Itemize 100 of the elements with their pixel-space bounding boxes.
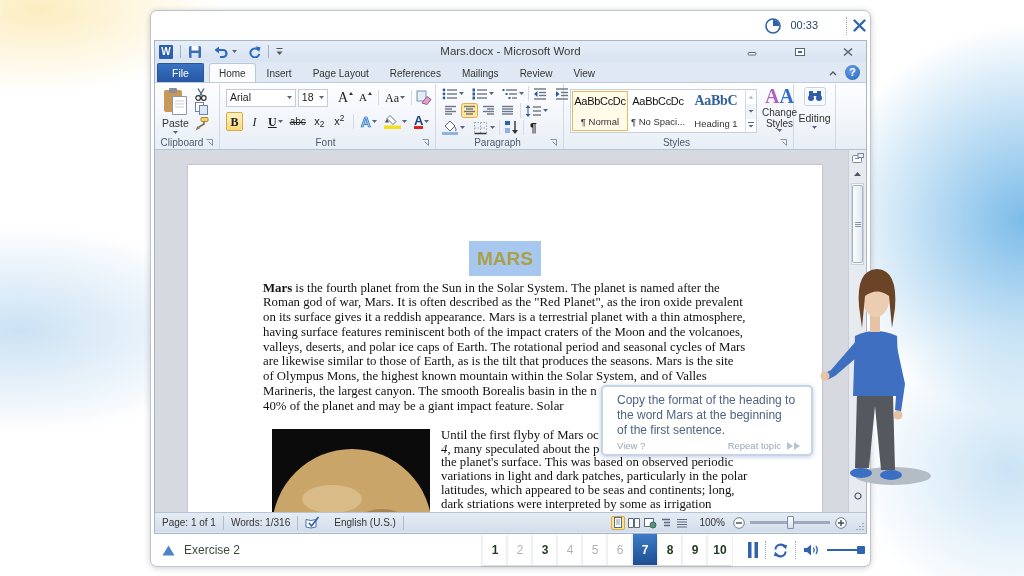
dialog-launcher-icon[interactable]	[422, 138, 429, 146]
body-text-line: 4, many speculated about the p	[441, 442, 600, 457]
show-formatting-button[interactable]: ¶	[528, 120, 539, 135]
step-button[interactable]: 1	[482, 534, 507, 565]
file-tab[interactable]: File	[157, 63, 204, 82]
grow-font-button[interactable]: A	[335, 88, 356, 107]
customize-menu-icon[interactable]	[276, 47, 283, 56]
step-button[interactable]: 9	[682, 534, 707, 565]
zoom-level-text[interactable]: 100%	[699, 515, 725, 530]
restore-icon[interactable]	[794, 46, 806, 57]
subscript-button[interactable]: x$_{2}$	[310, 112, 328, 131]
gallery-down-icon[interactable]	[746, 104, 756, 119]
editing-button[interactable]: Editing	[796, 84, 833, 135]
align-left-icon[interactable]	[442, 103, 459, 118]
pause-icon[interactable]	[748, 542, 758, 558]
close-icon[interactable]	[853, 19, 866, 32]
page-count-text[interactable]: Page: 1 of 1	[162, 515, 216, 530]
format-painter-icon[interactable]	[194, 117, 209, 132]
highlight-button[interactable]	[381, 112, 409, 131]
repeat-icon[interactable]	[773, 542, 788, 558]
align-right-icon[interactable]	[480, 103, 497, 118]
style-gallery-item[interactable]: AaBbCcDc ¶ Normal	[572, 91, 628, 131]
italic-button[interactable]: I	[246, 112, 263, 131]
style-gallery-item[interactable]: AaBbC Heading 1	[688, 91, 744, 131]
scissors-icon[interactable]	[194, 87, 207, 101]
step-button[interactable]: 7	[632, 534, 657, 565]
copy-icon[interactable]	[194, 102, 208, 116]
exercise-title: Exercise 2	[184, 542, 241, 559]
resize-grip-icon[interactable]	[855, 521, 864, 530]
increase-indent-icon[interactable]	[555, 86, 569, 101]
borders-icon[interactable]	[473, 120, 488, 135]
body-text-line: Marineris, the largest canyon. The smooth Borealis basin in the n	[263, 383, 597, 399]
step-button[interactable]: 8	[657, 534, 682, 565]
shading-icon[interactable]	[442, 120, 458, 135]
dialog-launcher-icon[interactable]	[550, 138, 557, 146]
ribbon-tab[interactable]: View	[563, 63, 605, 82]
decrease-indent-icon[interactable]	[533, 86, 547, 101]
scroll-up-icon[interactable]	[854, 172, 861, 176]
word-count-text[interactable]: Words: 1/316	[230, 515, 291, 530]
group-label: Clipboard	[160, 135, 204, 150]
ribbon-tab[interactable]: Mailings	[451, 63, 509, 82]
underline-button[interactable]: U	[266, 112, 285, 131]
redo-icon[interactable]	[249, 45, 261, 58]
change-case-button[interactable]: Aa	[383, 88, 407, 107]
volume-slider-track[interactable]	[827, 546, 865, 554]
zoom-out-icon[interactable]	[733, 516, 745, 529]
ribbon-tab[interactable]: Review	[509, 63, 563, 82]
body-text-line: having surface features reminiscent both of the impact craters of the Moon and the volcanoes,	[263, 324, 744, 340]
speaker-icon[interactable]	[803, 543, 820, 557]
body-text-line: of Olympus Mons, the highest known mountain within the Solar System, and of Valles	[263, 369, 707, 384]
undo-icon[interactable]	[214, 45, 228, 58]
proofing-icon[interactable]	[305, 516, 321, 529]
style-gallery-item[interactable]: AaBbCcDc ¶ No Spaci...	[630, 91, 686, 131]
numbering-icon[interactable]	[472, 86, 487, 101]
ribbon-tab[interactable]: Home	[208, 63, 256, 83]
clear-formatting-icon[interactable]	[416, 90, 433, 105]
paste-button[interactable]: Paste	[158, 84, 193, 135]
ribbon-tab[interactable]: References	[379, 63, 451, 82]
sort-icon[interactable]	[504, 120, 519, 135]
zoom-slider-thumb[interactable]	[786, 516, 794, 529]
body-text-line: Mars is the fourth planet from the Sun in the Solar System. The planet is named after the	[263, 280, 720, 296]
change-styles-button[interactable]: AA Change Styles	[761, 84, 799, 134]
triangle-icon[interactable]	[162, 544, 175, 556]
save-icon[interactable]	[188, 44, 202, 59]
align-justify-icon[interactable]	[499, 103, 516, 118]
volume-slider-thumb[interactable]	[857, 546, 866, 554]
shrink-font-button[interactable]: A	[357, 88, 374, 107]
multilevel-list-icon[interactable]	[502, 86, 517, 101]
font-name-field[interactable]: Arial	[226, 88, 296, 107]
dialog-launcher-icon[interactable]	[206, 138, 214, 146]
language-text[interactable]: English (U.S.)	[334, 515, 396, 530]
step-button[interactable]: 3	[532, 534, 557, 565]
dialog-launcher-icon[interactable]	[780, 138, 787, 146]
ruler-toggle-icon[interactable]	[851, 153, 864, 165]
align-center-icon[interactable]	[461, 103, 478, 118]
body-text-line: the planet's surface. This was based on observed periodic	[441, 456, 734, 471]
body-text-line: variations in light and dark patches, particularly in the polar	[441, 470, 748, 485]
line-spacing-icon[interactable]	[525, 103, 541, 118]
strikethrough-button[interactable]: abc	[287, 112, 308, 131]
timer-text: 00:33	[790, 18, 818, 34]
bold-button[interactable]: B	[226, 112, 243, 131]
print-layout-icon[interactable]	[611, 515, 626, 530]
close-icon[interactable]	[842, 46, 854, 57]
web-layout-icon[interactable]	[643, 515, 658, 530]
zoom-in-icon[interactable]	[835, 516, 847, 529]
caret-icon	[318, 96, 324, 99]
ribbon-tab[interactable]: Page Layout	[302, 63, 379, 82]
font-size-field[interactable]: 18	[297, 88, 328, 107]
group-label: Styles	[662, 135, 691, 150]
superscript-button[interactable]: x$^{2}$	[330, 112, 348, 131]
callout-text: Copy the format of the heading to the word Mars at the beginning of the first sentence.	[617, 393, 796, 438]
ribbon-tab[interactable]: Insert	[256, 63, 302, 82]
font-color-button[interactable]: A	[411, 112, 432, 131]
browse-object-icon[interactable]	[853, 492, 862, 500]
body-text-line: dark striations were interpreted by some as irrigation	[441, 497, 712, 512]
collapse-ribbon-icon[interactable]	[829, 70, 837, 76]
bullets-icon[interactable]	[442, 86, 457, 101]
step-button[interactable]: 10	[707, 534, 732, 565]
reading-layout-icon[interactable]	[627, 515, 642, 530]
body-text-line: are likewise similar to those of Earth, as is the tilt that produces the seasons. Mars is the site	[263, 354, 734, 370]
